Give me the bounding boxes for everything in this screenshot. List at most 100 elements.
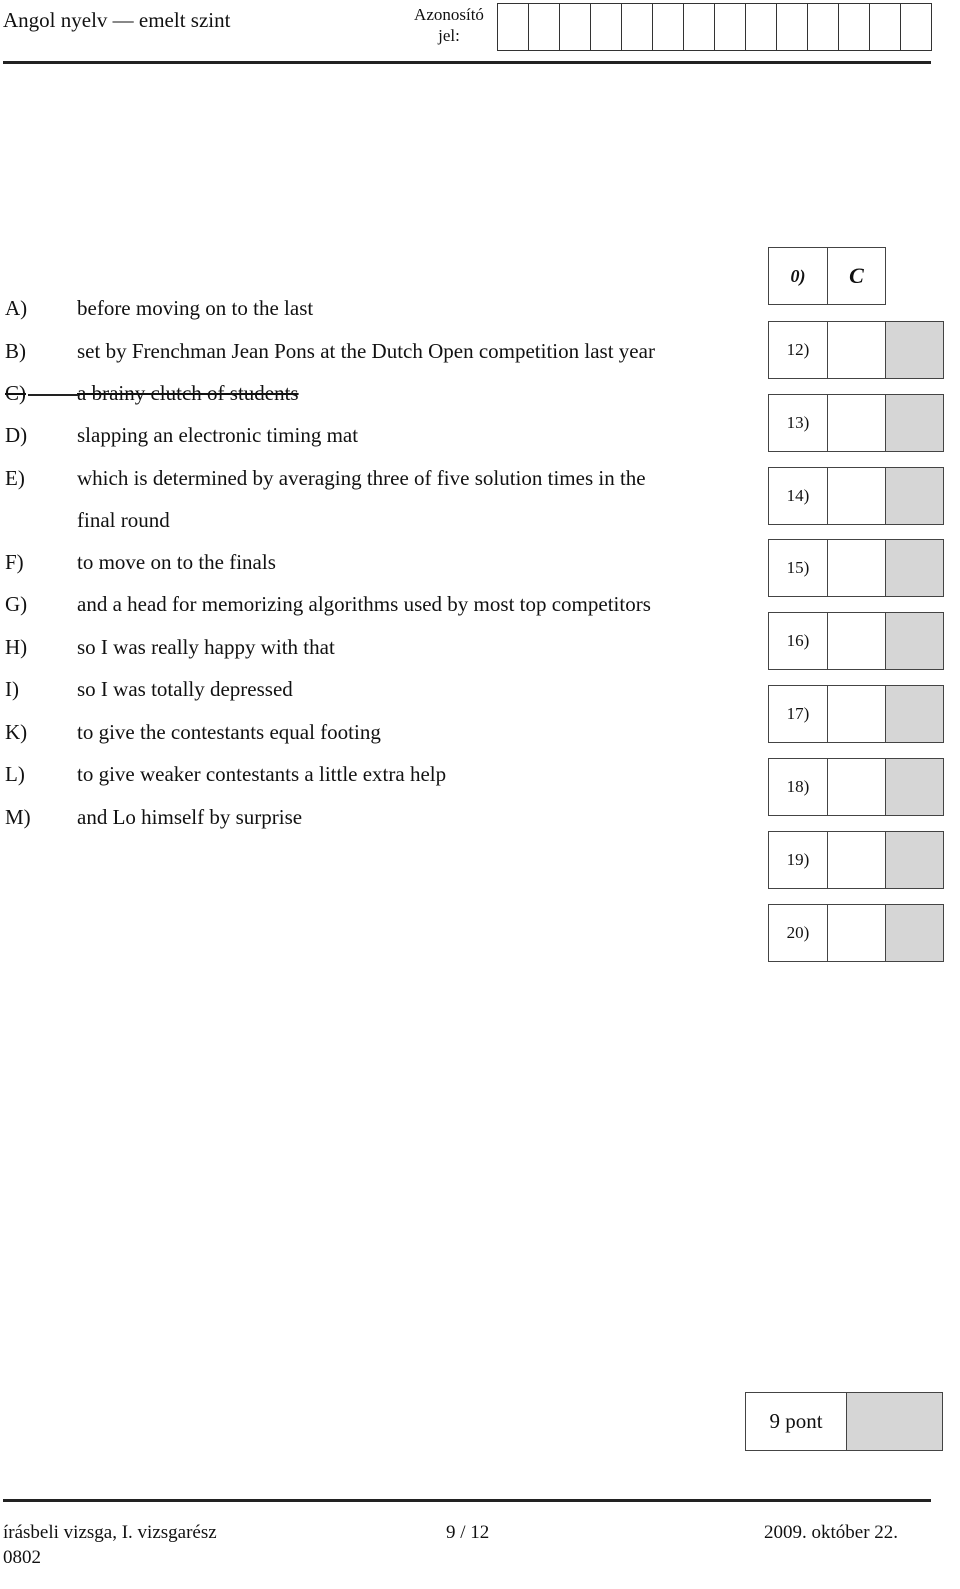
id-code-grid[interactable] [497, 3, 932, 51]
id-cell[interactable] [901, 4, 932, 50]
id-cell[interactable] [622, 4, 653, 50]
option-text: so I was totally depressed [77, 677, 293, 701]
footer-exam-part: írásbeli vizsga, I. vizsgarész [3, 1522, 217, 1543]
score-box: 9 pont [745, 1392, 943, 1451]
option-letter: C) [5, 381, 26, 405]
answer-box: 18) [768, 758, 944, 816]
answer-box: 16) [768, 612, 944, 670]
header-divider [3, 61, 931, 64]
answer-input[interactable] [828, 539, 885, 597]
grader-cell [885, 686, 943, 742]
answer-cell[interactable] [827, 758, 885, 816]
answer-box: 14) [768, 467, 944, 525]
option-text: set by Frenchman Jean Pons at the Dutch … [77, 339, 655, 363]
footer-date: 2009. október 22. [764, 1522, 899, 1543]
option-text: so I was really happy with that [77, 635, 335, 659]
id-cell[interactable] [684, 4, 715, 50]
answer-input[interactable] [828, 758, 885, 816]
option-text-continuation: final round [77, 508, 170, 532]
document-title: Angol nyelv — emelt szint [3, 8, 231, 32]
footer-code: 0802 [3, 1547, 41, 1568]
grader-cell [885, 832, 943, 888]
option-text: to move on to the finals [77, 550, 276, 574]
answer-input[interactable] [828, 612, 885, 670]
option-text: to give the contestants equal footing [77, 720, 381, 744]
answer-box: 15) [768, 539, 944, 597]
question-number: 14) [786, 486, 810, 505]
id-cell[interactable] [715, 4, 746, 50]
question-number: 19) [786, 850, 810, 869]
answer-cell[interactable] [827, 904, 885, 962]
answer-box: 13) [768, 394, 944, 452]
answer-box: 20) [768, 904, 944, 962]
id-cell[interactable] [870, 4, 901, 50]
id-cell[interactable] [560, 4, 591, 50]
answer-box: 17) [768, 685, 944, 743]
option-letter: G) [5, 592, 28, 616]
answer-input[interactable] [828, 831, 885, 889]
option-text: to give weaker contestants a little extr… [77, 762, 447, 786]
id-label-line2: jel: [438, 26, 460, 45]
option-text: which is determined by averaging three o… [77, 466, 646, 490]
answer-input[interactable] [828, 394, 885, 452]
answer-box: 19) [768, 831, 944, 889]
score-field [847, 1393, 942, 1450]
grader-cell [885, 613, 943, 669]
question-number: 15) [786, 558, 810, 577]
question-number: 18) [786, 777, 810, 796]
option-text: and a head for memorizing algorithms use… [77, 592, 651, 616]
option-letter: E) [5, 466, 25, 490]
id-cell[interactable] [808, 4, 839, 50]
id-cell[interactable] [839, 4, 870, 50]
grader-cell [885, 540, 943, 596]
answer-cell[interactable] [827, 539, 885, 597]
example-number: 0) [790, 265, 806, 286]
answer-input[interactable] [828, 904, 885, 962]
option-letter: K) [5, 720, 28, 744]
page-number: 9 / 12 [446, 1522, 490, 1543]
example-answer: C [827, 248, 885, 304]
option-text-example-used: a brainy clutch of students [77, 381, 299, 405]
answer-cell[interactable] [827, 685, 885, 743]
grader-cell [885, 468, 943, 524]
id-cell[interactable] [498, 4, 529, 50]
answer-input[interactable] [828, 321, 885, 379]
option-letter: F) [5, 550, 24, 574]
id-cell[interactable] [529, 4, 560, 50]
question-number: 20) [786, 923, 810, 942]
answer-cell[interactable] [827, 831, 885, 889]
example-answer-box: 0) C [768, 247, 886, 305]
id-cell[interactable] [746, 4, 777, 50]
score-label: 9 pont [746, 1393, 847, 1450]
id-cell[interactable] [777, 4, 808, 50]
option-letter: I) [5, 677, 19, 701]
question-number: 13) [786, 413, 810, 432]
option-letter: H) [5, 635, 28, 659]
strikethrough-line [28, 394, 78, 396]
answer-cell[interactable] [827, 612, 885, 670]
option-text: slapping an electronic timing mat [77, 423, 359, 447]
option-letter: D) [5, 423, 28, 447]
answer-cell[interactable] [827, 394, 885, 452]
footer-divider [3, 1499, 931, 1502]
grader-cell [885, 759, 943, 815]
question-number: 12) [786, 340, 810, 359]
option-text: and Lo himself by surprise [77, 805, 303, 829]
option-letter: M) [5, 805, 31, 829]
id-label-line1: Azonosító [414, 5, 484, 24]
option-letter: B) [5, 339, 26, 363]
grader-cell [885, 905, 943, 961]
id-cell[interactable] [653, 4, 684, 50]
grader-cell [885, 322, 943, 378]
answer-cell[interactable] [827, 321, 885, 379]
option-text: before moving on to the last [77, 296, 314, 320]
option-letter: L) [5, 762, 25, 786]
answer-input[interactable] [828, 467, 885, 525]
answer-cell[interactable] [827, 467, 885, 525]
question-number: 16) [786, 631, 810, 650]
grader-cell [885, 395, 943, 451]
option-letter: A) [5, 296, 28, 320]
id-cell[interactable] [591, 4, 622, 50]
answer-box: 12) [768, 321, 944, 379]
answer-input[interactable] [828, 685, 885, 743]
